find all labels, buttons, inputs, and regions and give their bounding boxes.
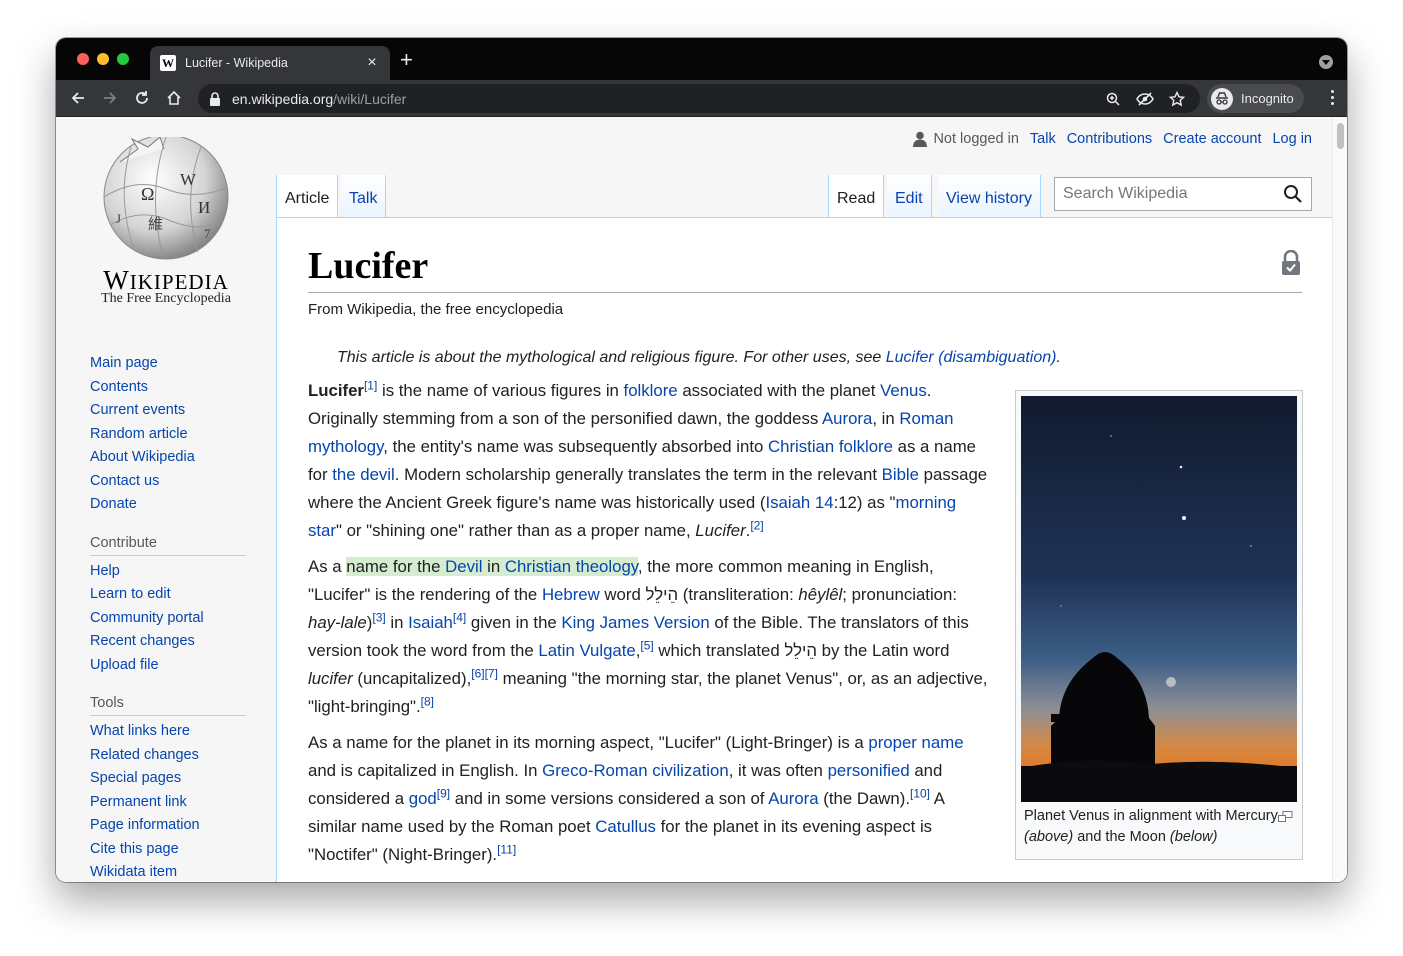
sidebar-item-help[interactable]: Help bbox=[90, 560, 250, 584]
disambiguation-link[interactable]: Lucifer (disambiguation) bbox=[886, 349, 1057, 366]
tools-heading: Tools bbox=[90, 695, 246, 716]
minimize-window-button[interactable] bbox=[97, 53, 109, 65]
incognito-profile-button[interactable]: Incognito bbox=[1207, 84, 1304, 113]
sidebar-item-wikidata-item[interactable]: Wikidata item bbox=[90, 861, 250, 882]
article-content: Lucifer From Wikipedia, the free encyclo… bbox=[276, 217, 1332, 882]
sidebar-item-what-links-here[interactable]: What links here bbox=[90, 720, 250, 744]
sidebar-item-upload-file[interactable]: Upload file bbox=[90, 654, 250, 678]
wikipedia-tagline: The Free Encyclopedia bbox=[101, 291, 231, 306]
sidebar-item-cite-this-page[interactable]: Cite this page bbox=[90, 838, 250, 862]
new-tab-button[interactable]: + bbox=[400, 49, 413, 71]
wikipedia-globe-icon: Ω W И 維 7 J bbox=[103, 137, 229, 260]
tab-view-history[interactable]: View history bbox=[938, 175, 1041, 217]
reload-icon bbox=[136, 91, 148, 104]
venus-photo[interactable] bbox=[1021, 396, 1297, 802]
svg-text:維: 維 bbox=[148, 216, 163, 233]
back-arrow-icon bbox=[71, 92, 84, 104]
svg-text:J: J bbox=[116, 211, 121, 226]
reload-button[interactable] bbox=[130, 86, 154, 110]
scrollbar-thumb[interactable] bbox=[1337, 123, 1344, 149]
protection-lock-icon[interactable] bbox=[1281, 249, 1301, 281]
home-button[interactable] bbox=[162, 86, 186, 110]
tab-title: Lucifer - Wikipedia bbox=[185, 56, 288, 70]
create-account-link[interactable]: Create account bbox=[1163, 131, 1261, 147]
contribute-heading: Contribute bbox=[90, 535, 246, 556]
sidebar-item-related-changes[interactable]: Related changes bbox=[90, 744, 250, 768]
sidebar-item-contents[interactable]: Contents bbox=[90, 376, 250, 400]
sidebar-item-special-pages[interactable]: Special pages bbox=[90, 767, 250, 791]
sidebar: Main page Contents Current events Random… bbox=[90, 352, 250, 882]
not-logged-in-label: Not logged in bbox=[933, 131, 1019, 147]
forward-arrow-icon bbox=[104, 92, 117, 104]
search-icon[interactable] bbox=[1283, 184, 1303, 204]
wikipedia-favicon-icon: W bbox=[160, 55, 176, 71]
talk-link[interactable]: Talk bbox=[1030, 131, 1056, 147]
page-tabs: Article Talk Read Edit View history Sear… bbox=[276, 175, 1332, 217]
sidebar-item-donate[interactable]: Donate bbox=[90, 493, 250, 517]
back-button[interactable] bbox=[66, 86, 90, 110]
tab-strip: W Lucifer - Wikipedia × + bbox=[56, 38, 1347, 80]
eye-off-icon[interactable] bbox=[1135, 89, 1155, 109]
infobox-thumbnail: Planet Venus in alignment with Mercury (… bbox=[1015, 390, 1303, 860]
bookmark-star-icon[interactable] bbox=[1167, 89, 1187, 109]
personal-tools: Not logged in Talk Contributions Create … bbox=[913, 131, 1312, 147]
paragraph-2: As a name for the Devil in Christian the… bbox=[308, 557, 988, 716]
svg-text:7: 7 bbox=[204, 226, 211, 241]
sidebar-item-random-article[interactable]: Random article bbox=[90, 423, 250, 447]
forward-button[interactable] bbox=[98, 86, 122, 110]
maximize-window-button[interactable] bbox=[117, 53, 129, 65]
tab-search-icon[interactable] bbox=[1319, 55, 1333, 69]
incognito-icon bbox=[1211, 87, 1233, 110]
wikipedia-logo[interactable]: Ω W И 維 7 J WIKIPEDIA The Free Encyclope… bbox=[86, 137, 246, 309]
incognito-label: Incognito bbox=[1241, 91, 1294, 106]
user-icon bbox=[913, 131, 928, 147]
tab-article[interactable]: Article bbox=[276, 175, 339, 217]
hatnote: This article is about the mythological a… bbox=[337, 349, 1061, 366]
sidebar-item-community-portal[interactable]: Community portal bbox=[90, 607, 250, 631]
sidebar-item-contact-us[interactable]: Contact us bbox=[90, 470, 250, 494]
browser-toolbar: en.wikipedia.org/wiki/Lucifer Incognito bbox=[56, 80, 1347, 117]
address-bar[interactable]: en.wikipedia.org/wiki/Lucifer bbox=[198, 84, 1200, 113]
sidebar-item-page-information[interactable]: Page information bbox=[90, 814, 250, 838]
tab-close-icon[interactable]: × bbox=[364, 54, 380, 72]
tab-talk[interactable]: Talk bbox=[341, 175, 387, 217]
svg-text:И: И bbox=[198, 198, 210, 217]
svg-text:Ω: Ω bbox=[141, 184, 154, 204]
article-body: Lucifer[1] is the name of various figure… bbox=[308, 377, 990, 877]
thumbnail-caption: Planet Venus in alignment with Mercury (… bbox=[1021, 806, 1297, 848]
url-path: /wiki/Lucifer bbox=[333, 90, 407, 107]
sidebar-navigation: Main page Contents Current events Random… bbox=[90, 352, 250, 517]
sidebar-item-recent-changes[interactable]: Recent changes bbox=[90, 630, 250, 654]
site-subtitle: From Wikipedia, the free encyclopedia bbox=[308, 301, 564, 318]
sidebar-item-learn-to-edit[interactable]: Learn to edit bbox=[90, 583, 250, 607]
search-placeholder: Search Wikipedia bbox=[1063, 185, 1188, 202]
close-window-button[interactable] bbox=[77, 53, 89, 65]
paragraph-3: As a name for the planet in its morning … bbox=[308, 733, 964, 864]
enlarge-icon[interactable] bbox=[1278, 808, 1293, 829]
browser-tab[interactable]: W Lucifer - Wikipedia × bbox=[150, 46, 390, 80]
contributions-link[interactable]: Contributions bbox=[1067, 131, 1152, 147]
log-in-link[interactable]: Log in bbox=[1272, 131, 1312, 147]
sidebar-tools: What links here Related changes Special … bbox=[90, 720, 250, 882]
tab-edit[interactable]: Edit bbox=[887, 175, 932, 217]
url-host: en.wikipedia.org bbox=[232, 90, 334, 107]
browser-menu-icon[interactable] bbox=[1331, 90, 1335, 108]
sidebar-item-main-page[interactable]: Main page bbox=[90, 352, 250, 376]
home-icon bbox=[167, 90, 181, 105]
tab-read[interactable]: Read bbox=[828, 175, 885, 217]
sidebar-item-current-events[interactable]: Current events bbox=[90, 399, 250, 423]
sidebar-contribute: Help Learn to edit Community portal Rece… bbox=[90, 560, 250, 678]
page-scrollbar[interactable] bbox=[1332, 117, 1347, 882]
sidebar-item-about-wikipedia[interactable]: About Wikipedia bbox=[90, 446, 250, 470]
svg-text:W: W bbox=[180, 170, 197, 189]
lock-icon[interactable] bbox=[206, 90, 224, 108]
zoom-icon[interactable] bbox=[1103, 89, 1123, 109]
page-viewport: Ω W И 維 7 J WIKIPEDIA The Free Encyclope… bbox=[56, 117, 1347, 882]
search-input[interactable]: Search Wikipedia bbox=[1054, 177, 1312, 211]
browser-window: W Lucifer - Wikipedia × + en.wikipedia.o… bbox=[56, 38, 1347, 882]
sidebar-item-permanent-link[interactable]: Permanent link bbox=[90, 791, 250, 815]
page-title: Lucifer bbox=[308, 244, 1302, 293]
paragraph-1: Lucifer[1] is the name of various figure… bbox=[308, 378, 988, 540]
